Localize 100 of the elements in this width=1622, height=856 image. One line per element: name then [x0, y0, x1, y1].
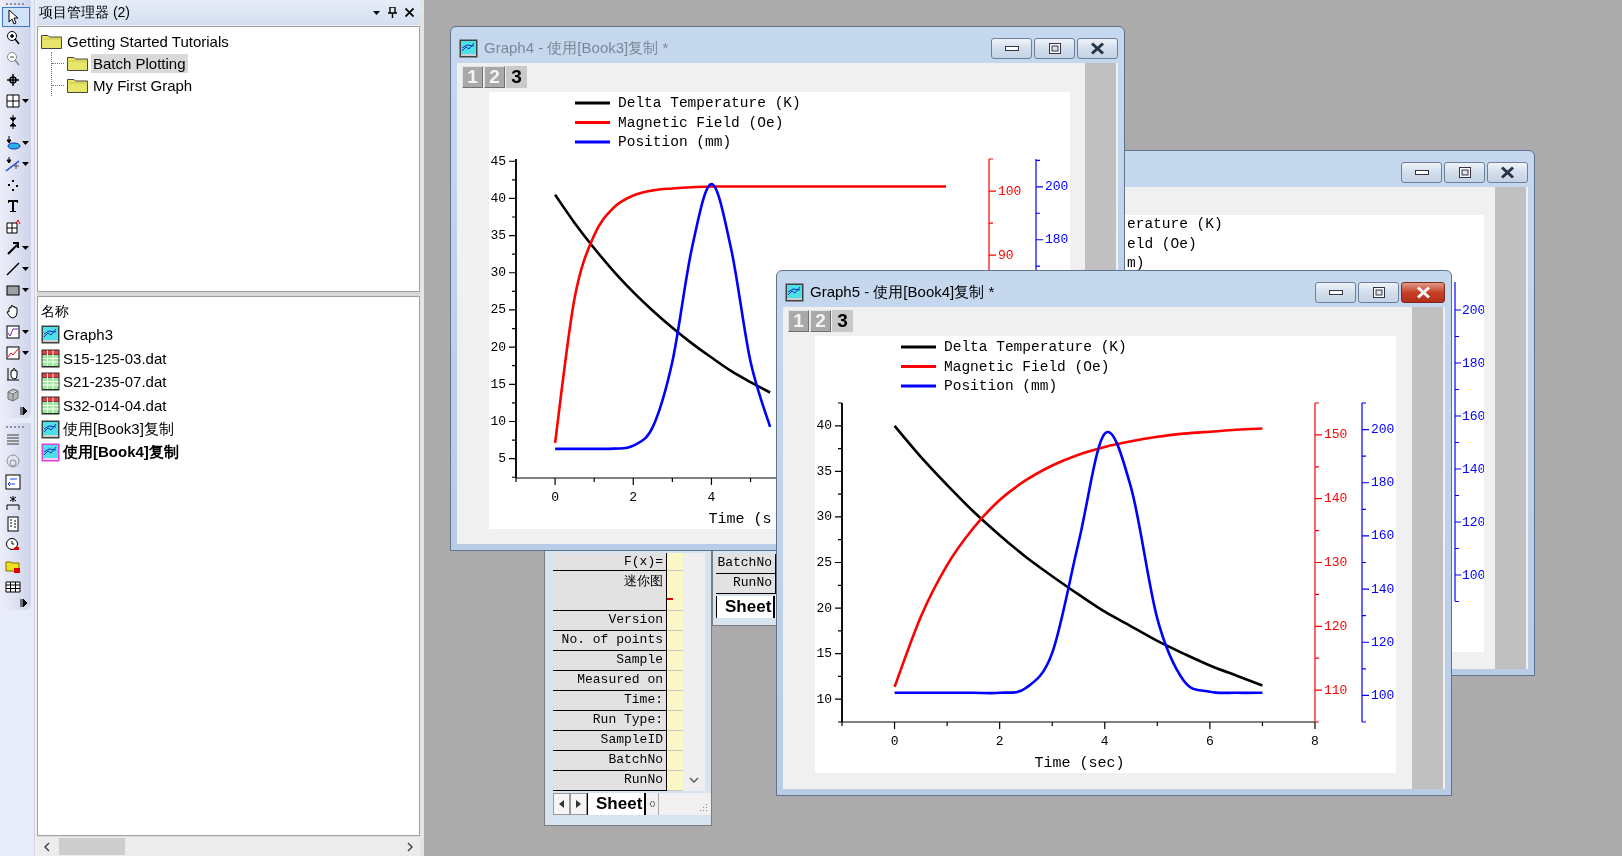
tick-label: 4	[1100, 733, 1109, 749]
table-cell	[667, 651, 683, 671]
list-item[interactable]: S15-125-03.dat	[63, 349, 167, 367]
tick-label: 8	[1311, 733, 1319, 749]
tick-label: 25	[816, 555, 832, 570]
grid-icon	[5, 93, 21, 109]
lines-icon	[5, 432, 21, 448]
legend-label: Delta Temperature (K)	[618, 95, 801, 111]
line-icon	[5, 261, 21, 277]
tree-item[interactable]: My First Graph	[91, 75, 195, 95]
minimize-icon	[1414, 169, 1429, 175]
legend-label: Position (mm)	[618, 134, 732, 150]
close-button[interactable]	[1487, 161, 1528, 183]
tick-label: 100	[1462, 567, 1484, 583]
minimize-button[interactable]	[991, 37, 1032, 59]
maximize-button[interactable]	[1444, 161, 1485, 183]
previous-sheet-button[interactable]	[553, 793, 570, 815]
minimize-button[interactable]	[1401, 161, 1442, 183]
chevron-right-icon	[407, 841, 413, 852]
table-cell	[667, 751, 683, 771]
tool-button[interactable]	[2, 7, 30, 27]
tick-label: 2	[995, 733, 1004, 749]
expand-icon[interactable]	[20, 599, 28, 607]
minimize-icon	[1328, 289, 1343, 295]
chart-icon	[5, 345, 21, 361]
tick-label: 140	[1371, 581, 1395, 597]
maximize-icon	[1372, 286, 1385, 298]
tick-label: 200	[1045, 179, 1069, 195]
pin-icon[interactable]	[388, 7, 397, 18]
tick-label: 20	[490, 339, 506, 355]
resize-grip-icon[interactable]	[699, 803, 708, 812]
tick-label: 10	[490, 414, 506, 429]
folder-icon	[67, 55, 88, 71]
tick-label: 25	[490, 302, 506, 318]
legend-label: m)	[1127, 255, 1145, 271]
star-icon	[5, 495, 21, 511]
dots-icon	[5, 177, 21, 193]
table-cell	[667, 631, 683, 651]
tick-label: 0	[551, 489, 559, 505]
worksheet-icon	[41, 372, 60, 392]
close-button[interactable]	[1401, 281, 1445, 303]
minimize-button[interactable]	[1315, 281, 1356, 303]
list-item[interactable]: S21-235-07.dat	[63, 373, 167, 391]
tick-label: 2	[629, 489, 638, 505]
legend-line	[901, 365, 936, 368]
ellipse-icon	[5, 135, 21, 151]
swap-icon	[5, 474, 21, 490]
close-icon[interactable]	[405, 8, 414, 17]
legend-label: Magnetic Field (Oe)	[618, 114, 784, 131]
row-label: No. of points	[553, 631, 667, 651]
tick-label: 6	[1206, 733, 1214, 749]
rectangle-icon	[5, 282, 21, 298]
tree-item[interactable]: Getting Started Tutorials	[65, 31, 231, 51]
list-item[interactable]: 使用[Book3]复制	[63, 419, 174, 439]
folder-icon	[41, 33, 62, 49]
maximize-button[interactable]	[1358, 281, 1399, 303]
next-sheet-button[interactable]	[570, 793, 587, 815]
tick-label: 160	[1371, 528, 1395, 544]
zoom-in-icon	[5, 30, 21, 46]
row-label: F(x)=	[553, 553, 667, 571]
arrow-icon	[5, 240, 21, 256]
legend-label: eld (Oe)	[1127, 235, 1197, 252]
row-label: 迷你图	[553, 571, 667, 611]
tick-label: 200	[1462, 302, 1484, 318]
maximize-icon	[1458, 166, 1471, 178]
row-label: BatchNo	[553, 751, 667, 771]
tick-label: 100	[998, 183, 1022, 199]
layer-tab[interactable]: 3	[832, 310, 853, 332]
legend-line	[575, 101, 610, 105]
close-button[interactable]	[1077, 37, 1118, 59]
legend-label: erature (K)	[1127, 216, 1223, 232]
row-label: Time:	[553, 691, 667, 711]
tick-label: 15	[490, 376, 506, 392]
graph-icon	[41, 419, 60, 439]
tick-label: 120	[1462, 514, 1484, 530]
list-item[interactable]: 使用[Book4]复制	[63, 443, 179, 463]
tab-scroll-icon[interactable]	[649, 800, 656, 808]
list-item[interactable]: S32-014-04.dat	[63, 397, 167, 415]
axis-title: Time (s	[708, 510, 772, 528]
legend-line	[901, 345, 936, 349]
tree-item[interactable]: Batch Plotting	[91, 53, 188, 73]
legend-line	[575, 140, 610, 144]
tick-label: 30	[816, 509, 832, 525]
graph-icon	[41, 443, 60, 463]
tick-label: 180	[1045, 232, 1069, 248]
legend-label: Delta Temperature (K)	[944, 339, 1127, 355]
layer-tab[interactable]: 3	[506, 66, 527, 88]
maximize-button[interactable]	[1034, 37, 1075, 59]
chevron-down-icon[interactable]	[689, 777, 699, 783]
graph-icon	[459, 38, 478, 58]
scroll-thumb[interactable]	[59, 838, 125, 855]
sheet-tab[interactable]: Sheet	[716, 596, 776, 618]
formula-icon	[5, 324, 21, 340]
list-item[interactable]: Graph3	[63, 326, 114, 344]
sheet-tab[interactable]: Sheet	[587, 793, 647, 815]
window-title: Graph4 - 使用[Book3]复制 *	[484, 38, 669, 58]
graph-icon	[785, 282, 804, 302]
column-header[interactable]: 名称	[41, 299, 69, 323]
list-icon	[5, 516, 21, 532]
expand-icon[interactable]	[20, 407, 28, 415]
